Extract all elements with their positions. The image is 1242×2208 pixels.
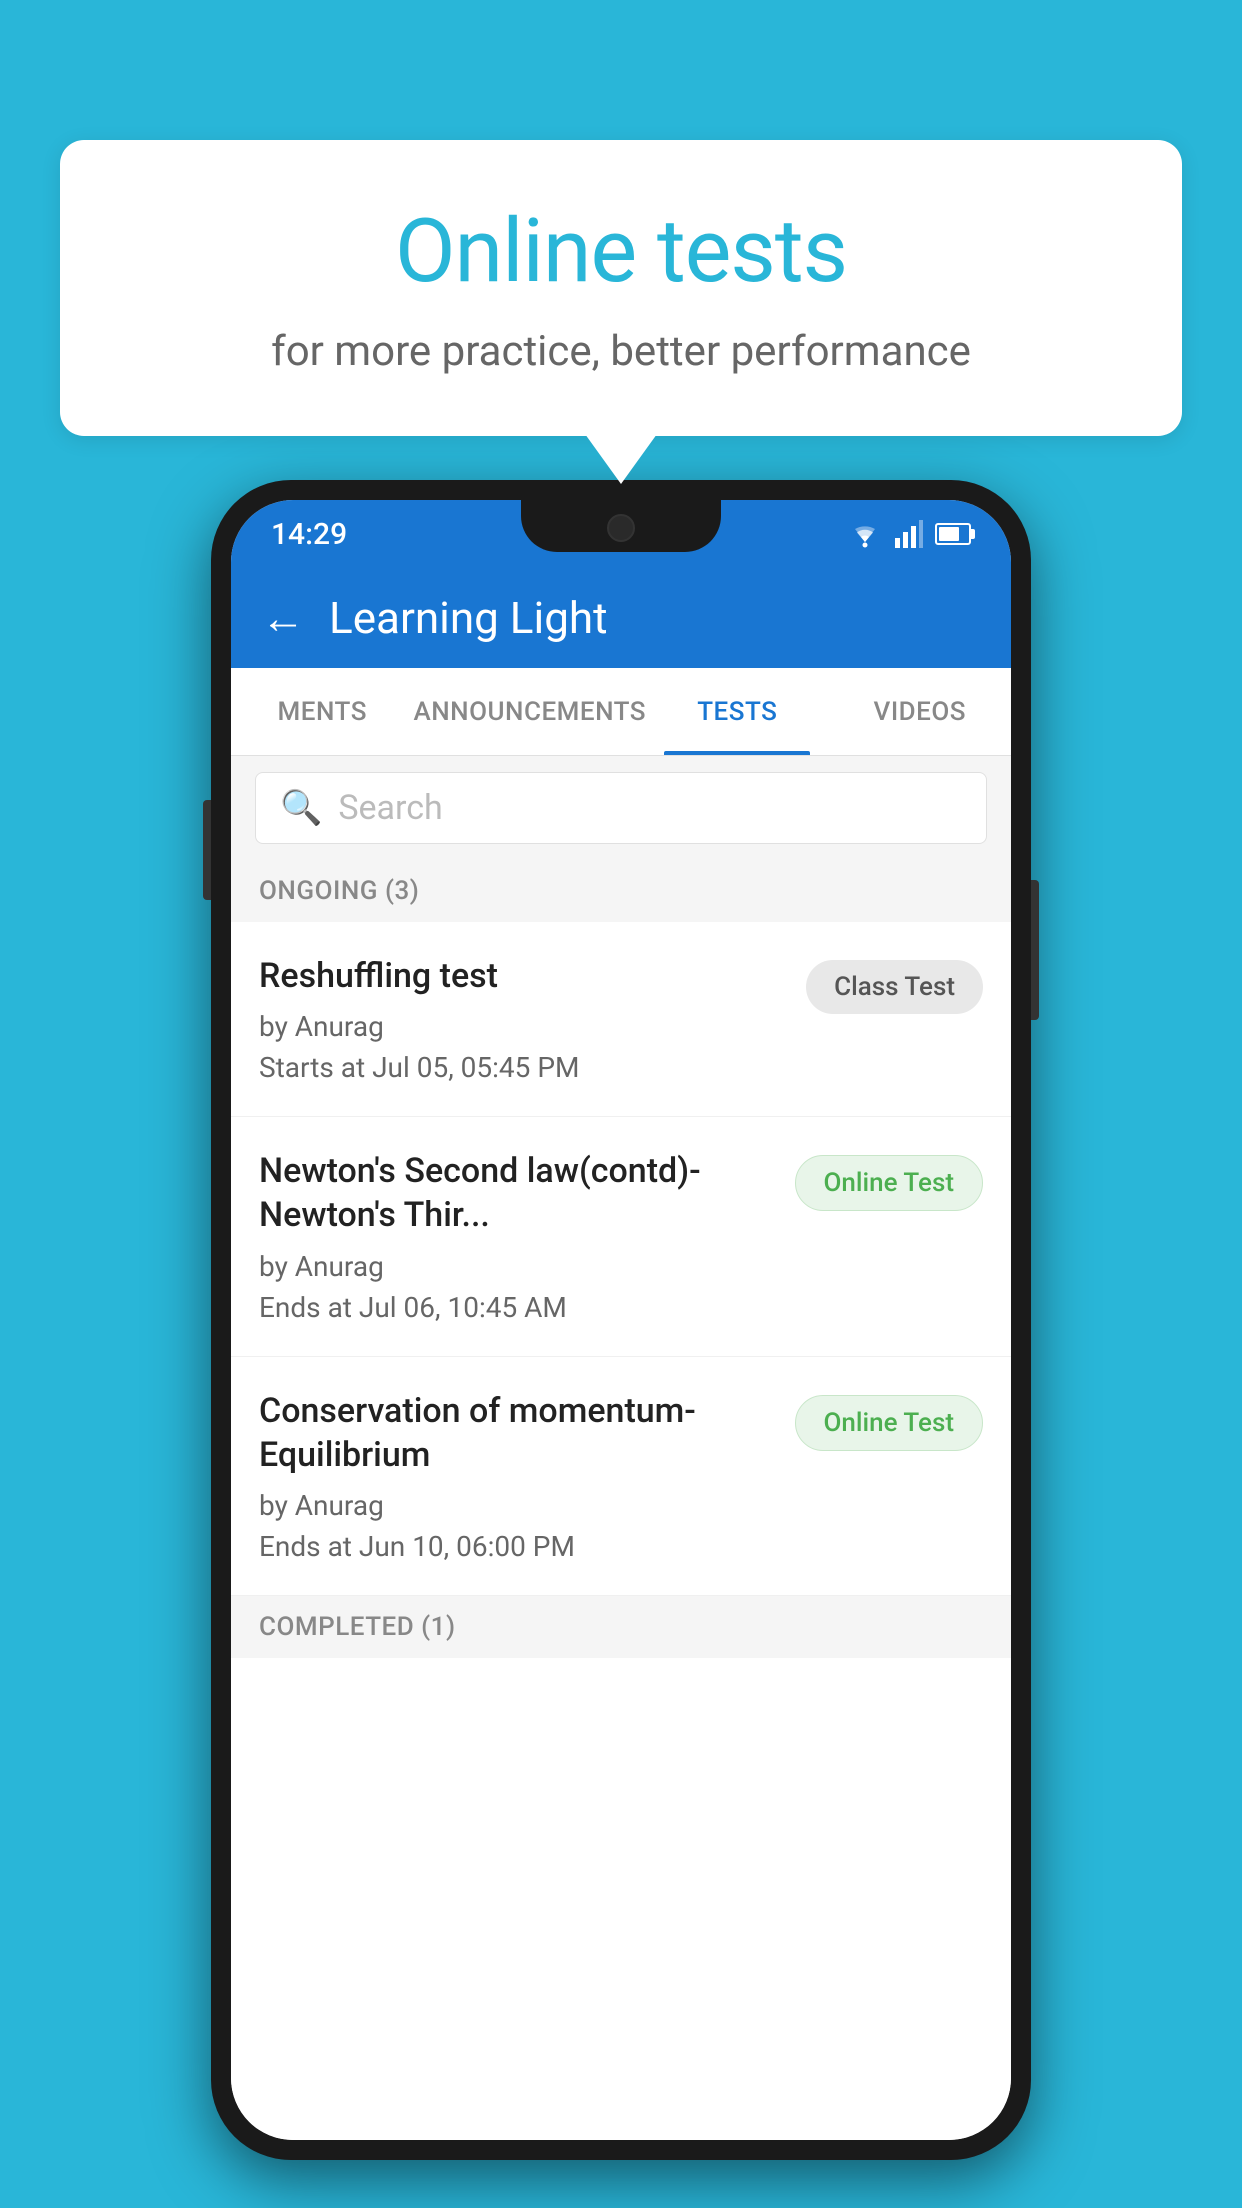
battery-icon (935, 523, 971, 545)
test-item[interactable]: Reshuffling test by Anurag Starts at Jul… (231, 922, 1011, 1117)
tab-videos[interactable]: VIDEOS (829, 668, 1011, 755)
speech-bubble: Online tests for more practice, better p… (60, 140, 1182, 436)
battery-fill (939, 527, 959, 541)
test-item[interactable]: Conservation of momentum-Equilibrium by … (231, 1357, 1011, 1596)
test-info: Reshuffling test by Anurag Starts at Jul… (259, 954, 786, 1084)
test-info: Newton's Second law(contd)-Newton's Thir… (259, 1149, 775, 1323)
ongoing-section-header: ONGOING (3) (231, 860, 1011, 922)
test-item[interactable]: Newton's Second law(contd)-Newton's Thir… (231, 1117, 1011, 1356)
phone-container: 14:29 (211, 480, 1031, 2160)
signal-icon (895, 520, 923, 548)
test-name: Conservation of momentum-Equilibrium (259, 1389, 775, 1477)
phone-camera (607, 514, 635, 542)
status-icons (847, 520, 971, 548)
bubble-subtitle: for more practice, better performance (140, 327, 1102, 376)
phone-screen: 14:29 (231, 500, 1011, 2140)
phone-power-button (1031, 880, 1039, 1020)
test-date: Ends at Jun 10, 06:00 PM (259, 1530, 775, 1563)
tabs-bar: MENTS ANNOUNCEMENTS TESTS VIDEOS (231, 668, 1011, 756)
completed-section-header: COMPLETED (1) (231, 1596, 1011, 1658)
app-bar-title: Learning Light (329, 592, 608, 644)
back-button[interactable]: ← (261, 596, 305, 640)
test-badge-class: Class Test (806, 960, 983, 1014)
search-icon: 🔍 (280, 788, 322, 828)
phone-volume-button (203, 800, 211, 900)
tab-ments[interactable]: MENTS (231, 668, 413, 755)
test-by: by Anurag (259, 1250, 775, 1283)
search-container: 🔍 Search (231, 756, 1011, 860)
tab-announcements[interactable]: ANNOUNCEMENTS (413, 668, 646, 755)
tests-list: Reshuffling test by Anurag Starts at Jul… (231, 922, 1011, 2140)
phone-notch (521, 500, 721, 552)
test-by: by Anurag (259, 1010, 786, 1043)
phone-outer: 14:29 (211, 480, 1031, 2160)
search-box[interactable]: 🔍 Search (255, 772, 987, 844)
test-date: Ends at Jul 06, 10:45 AM (259, 1291, 775, 1324)
speech-bubble-container: Online tests for more practice, better p… (60, 140, 1182, 436)
tab-tests[interactable]: TESTS (646, 668, 828, 755)
test-by: by Anurag (259, 1489, 775, 1522)
search-input[interactable]: Search (338, 788, 442, 828)
status-time: 14:29 (271, 517, 347, 552)
wifi-icon (847, 520, 883, 548)
test-date: Starts at Jul 05, 05:45 PM (259, 1051, 786, 1084)
test-badge-online: Online Test (795, 1155, 984, 1211)
test-name: Newton's Second law(contd)-Newton's Thir… (259, 1149, 775, 1237)
app-bar: ← Learning Light (231, 568, 1011, 668)
test-badge-online: Online Test (795, 1395, 984, 1451)
test-info: Conservation of momentum-Equilibrium by … (259, 1389, 775, 1563)
test-name: Reshuffling test (259, 954, 786, 998)
bubble-title: Online tests (140, 200, 1102, 303)
